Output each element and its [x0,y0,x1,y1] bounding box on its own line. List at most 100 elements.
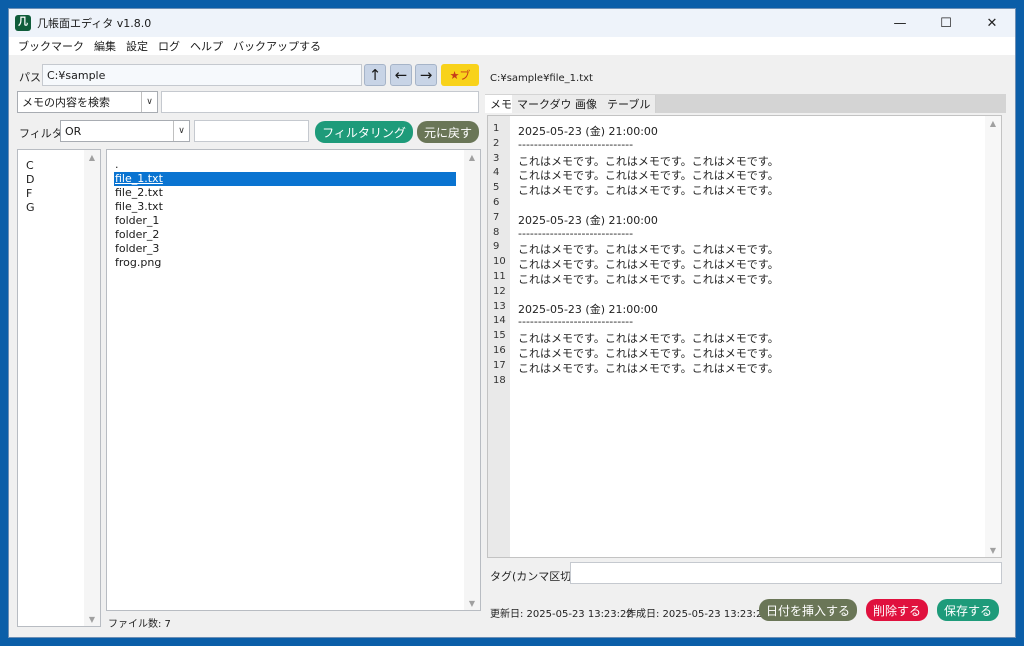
current-file-path: C:¥sample¥file_1.txt [490,73,593,84]
search-mode-select[interactable]: メモの内容を検索 ∨ [17,91,158,113]
app-logo-icon: 几 [15,15,31,31]
filter-apply-button[interactable]: フィルタリング [315,121,413,143]
file-scrollbar[interactable]: ▲ ▼ [464,150,480,610]
folder-item[interactable]: folder_1 [114,214,456,228]
app-window: 几 几帳面エディタ v1.8.0 — ☐ ✕ ブックマーク 編集 設定 ログ ヘ… [8,8,1016,638]
scroll-down-icon[interactable]: ▼ [464,596,480,610]
window-title: 几帳面エディタ v1.8.0 [37,17,152,30]
file-item-parent[interactable]: . [114,158,456,172]
file-count: ファイル数: 7 [108,619,171,630]
scroll-down-icon[interactable]: ▼ [985,543,1001,557]
menu-settings[interactable]: 設定 [121,38,153,54]
chevron-down-icon: ∨ [173,121,189,141]
search-input[interactable] [161,91,479,113]
file-item[interactable]: file_2.txt [114,186,456,200]
filter-mode-select[interactable]: OR ∨ [60,120,190,142]
forward-arrow-icon[interactable]: → [415,64,437,86]
scroll-up-icon[interactable]: ▲ [84,150,100,164]
editor-line[interactable]: ----------------------------- [518,227,633,240]
drive-item-g[interactable]: G [26,201,35,214]
line-number: 8 [493,226,500,238]
filter-mode-value: OR [65,124,82,138]
line-number: 13 [493,300,506,312]
editor-line[interactable]: これはメモです。これはメモです。これはメモです。 [518,182,779,198]
up-arrow-icon[interactable]: ↑ [364,64,386,86]
editor-tabs: メモ マークダウン 画像 テーブル [485,94,1006,113]
delete-button[interactable]: 削除する [866,599,928,621]
line-number: 1 [493,123,500,134]
scroll-up-icon[interactable]: ▲ [985,116,1001,130]
editor-line[interactable]: ----------------------------- [518,315,633,328]
editor-line[interactable]: 2025-05-23 (金) 21:00:00 [518,301,658,317]
drive-scrollbar[interactable]: ▲ ▼ [84,150,100,626]
editor-line[interactable]: これはメモです。これはメモです。これはメモです。 [518,167,779,183]
editor-line[interactable]: ----------------------------- [518,138,633,151]
file-item[interactable]: frog.png [114,256,456,270]
menu-help[interactable]: ヘルプ [185,38,228,54]
line-number: 2 [493,137,500,149]
editor-line[interactable]: これはメモです。これはメモです。これはメモです。 [518,271,779,287]
filter-input[interactable] [194,120,309,142]
bookmark-star-button[interactable]: ★ブ [441,64,479,86]
line-number: 7 [493,211,500,223]
editor-line[interactable]: 2025-05-23 (金) 21:00:00 [518,123,658,139]
line-number: 5 [493,182,500,194]
insert-date-button[interactable]: 日付を挿入する [759,599,857,621]
editor-line[interactable]: 2025-05-23 (金) 21:00:00 [518,212,658,228]
created-date: 作成日: 2025-05-23 13:23:22 [626,609,769,620]
drive-item-d[interactable]: D [26,173,34,186]
menu-edit[interactable]: 編集 [89,38,121,54]
line-number-gutter: 1 2 3 4 5 6 7 8 9 10 11 12 13 14 15 16 17 18 [488,116,510,557]
path-input[interactable]: C:¥sample [42,64,362,86]
line-number: 14 [493,315,506,327]
line-number: 17 [493,359,506,371]
tab-table[interactable]: テーブル [602,95,657,113]
menu-log[interactable]: ログ [153,38,185,54]
tags-input[interactable] [570,562,1002,584]
close-icon[interactable]: ✕ [969,9,1015,37]
line-number: 9 [493,241,500,253]
filter-reset-button[interactable]: 元に戻す [417,121,479,143]
memo-editor[interactable]: 1 2 3 4 5 6 7 8 9 10 11 12 13 14 15 16 17 18 2025-05-23 (… [487,115,1002,558]
scroll-down-icon[interactable]: ▼ [84,612,100,626]
file-item[interactable]: file_3.txt [114,200,456,214]
chevron-down-icon: ∨ [141,92,157,112]
scroll-up-icon[interactable]: ▲ [464,150,480,164]
editor-line[interactable]: これはメモです。これはメモです。これはメモです。 [518,256,779,272]
line-number: 10 [493,256,506,268]
editor-line[interactable]: これはメモです。これはメモです。これはメモです。 [518,360,779,376]
drive-item-f[interactable]: F [26,187,32,200]
folder-item[interactable]: folder_2 [114,228,456,242]
drive-list: C D F G ▲ ▼ [17,149,101,627]
updated-date: 更新日: 2025-05-23 13:23:22 [490,609,633,620]
menu-backup[interactable]: バックアップする [228,38,326,54]
editor-line[interactable]: これはメモです。これはメモです。これはメモです。 [518,153,779,169]
file-item-selected[interactable]: file_1.txt [114,172,456,186]
editor-scrollbar[interactable]: ▲ ▼ [985,116,1001,557]
editor-line[interactable]: これはメモです。これはメモです。これはメモです。 [518,330,779,346]
menu-bookmark[interactable]: ブックマーク [13,38,89,54]
title-bar: 几 几帳面エディタ v1.8.0 — ☐ ✕ [9,9,1015,37]
tab-image[interactable]: 画像 [570,95,603,113]
maximize-icon[interactable]: ☐ [923,9,969,37]
path-label: パス: [19,71,45,84]
menu-bar: ブックマーク 編集 設定 ログ ヘルプ バックアップする [9,37,1015,55]
minimize-icon[interactable]: — [877,9,923,37]
window-controls: — ☐ ✕ [877,9,1015,37]
line-number: 11 [493,271,506,282]
line-number: 6 [493,197,500,208]
folder-item[interactable]: folder_3 [114,242,456,256]
editor-line[interactable]: これはメモです。これはメモです。これはメモです。 [518,345,779,361]
file-list: . file_1.txt file_2.txt file_3.txt folde… [106,149,481,611]
editor-line[interactable]: これはメモです。これはメモです。これはメモです。 [518,241,779,257]
line-number: 4 [493,167,500,179]
line-number: 12 [493,285,506,297]
line-number: 18 [493,374,506,386]
search-mode-value: メモの内容を検索 [22,96,110,109]
back-arrow-icon[interactable]: ← [390,64,412,86]
save-button[interactable]: 保存する [937,599,999,621]
line-number: 15 [493,330,506,342]
line-number: 16 [493,345,506,356]
line-number: 3 [493,152,500,164]
drive-item-c[interactable]: C [26,159,34,172]
